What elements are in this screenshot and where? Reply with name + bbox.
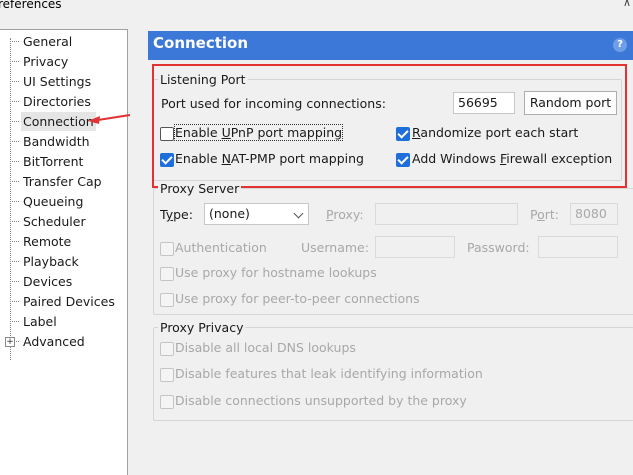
- unsupported-connections-label: Disable connections unsupported by the p…: [175, 393, 467, 408]
- password-input[interactable]: [538, 236, 618, 258]
- tree-item-label: Paired Devices: [23, 294, 115, 309]
- password-label: Password:: [467, 240, 530, 255]
- tree-item-label: Queueing: [23, 194, 84, 209]
- proxy-port-input[interactable]: 8080: [570, 203, 618, 225]
- proxy-address-input[interactable]: [375, 203, 518, 225]
- proxy-type-select[interactable]: (none): [204, 203, 309, 225]
- leak-features-checkbox[interactable]: [160, 368, 174, 382]
- page-title: Connection: [153, 34, 249, 52]
- preferences-tree[interactable]: General Privacy UI Settings Directories …: [0, 29, 128, 475]
- tree-item-label: Remote: [23, 234, 72, 249]
- window-title-bar: references ∧: [0, 0, 633, 16]
- proxy-type-value: (none): [209, 206, 250, 221]
- expand-plus-icon[interactable]: +: [5, 337, 15, 347]
- authentication-checkbox[interactable]: [160, 242, 174, 256]
- username-label: Username:: [301, 240, 369, 255]
- tree-connector: [10, 38, 11, 360]
- tree-item-label: General: [23, 34, 73, 49]
- proxy-type-label: Type:: [160, 207, 193, 222]
- tree-item-label: Label: [23, 314, 57, 329]
- unsupported-connections-checkbox[interactable]: [160, 395, 174, 409]
- hostname-lookups-label: Use proxy for hostname lookups: [175, 265, 377, 280]
- tree-item-label: Connection: [21, 112, 96, 131]
- p2p-proxy-label: Use proxy for peer-to-peer connections: [175, 291, 420, 306]
- tree-item-label: Devices: [23, 274, 73, 289]
- p2p-proxy-checkbox[interactable]: [160, 293, 174, 307]
- tree-item-label: Playback: [23, 254, 79, 269]
- tree-item-label: Scheduler: [23, 214, 86, 229]
- window-title: references: [0, 0, 62, 11]
- tree-item-label: BitTorrent: [23, 154, 84, 169]
- username-input[interactable]: [375, 236, 455, 258]
- leak-features-label: Disable features that leak identifying i…: [175, 366, 483, 381]
- tree-item-label: Directories: [23, 94, 91, 109]
- tree-item-label: Bandwidth: [23, 134, 90, 149]
- hostname-lookups-checkbox[interactable]: [160, 267, 174, 281]
- dns-lookups-label: Disable all local DNS lookups: [175, 340, 356, 355]
- section-header: Connection ?: [148, 31, 633, 60]
- highlight-box: [152, 64, 627, 188]
- tree-item-label: Privacy: [23, 54, 69, 69]
- proxy-port-label: Port:: [530, 207, 560, 222]
- annotation-arrow-icon: [88, 114, 131, 124]
- proxy-privacy-title: Proxy Privacy: [158, 320, 246, 335]
- proxy-server-title: Proxy Server: [158, 181, 242, 196]
- proxy-address-label: Proxy:: [326, 207, 364, 222]
- authentication-label: Authentication: [175, 240, 267, 255]
- dns-lookups-checkbox[interactable]: [160, 342, 174, 356]
- window-corner-icon[interactable]: ∧: [623, 0, 631, 9]
- tree-item-label: Transfer Cap: [23, 174, 102, 189]
- tree-item-label: UI Settings: [23, 74, 92, 89]
- help-icon[interactable]: ?: [613, 38, 627, 52]
- chevron-down-icon: [293, 208, 304, 219]
- tree-item-label: Advanced: [23, 334, 85, 349]
